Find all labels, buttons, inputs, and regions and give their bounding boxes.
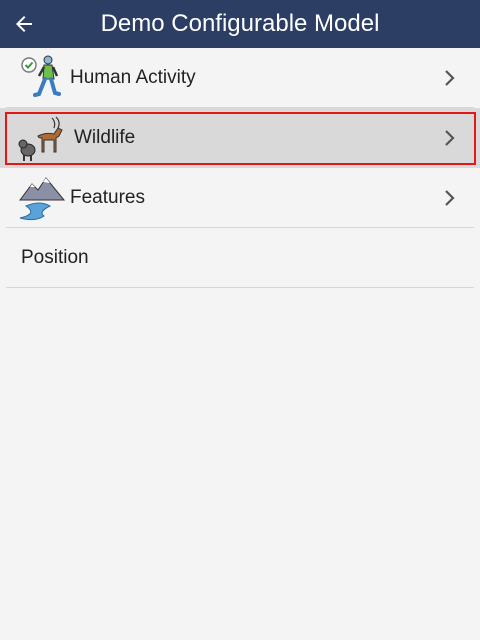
walking-person-icon — [21, 55, 61, 97]
chevron-right-icon — [445, 190, 455, 206]
app-bar: Demo Configurable Model — [0, 0, 480, 48]
list-item-label: Wildlife — [74, 127, 136, 148]
list-item-label: Features — [70, 187, 145, 208]
list-item-label: Human Activity — [70, 67, 196, 88]
page-title: Demo Configurable Model — [100, 10, 380, 37]
list-item-human-activity[interactable]: Human Activity — [0, 48, 480, 108]
list-item-label: Position — [21, 247, 89, 268]
antelope-monkey-icon — [18, 116, 63, 161]
divider — [6, 287, 474, 288]
chevron-right-icon — [445, 130, 455, 146]
list-item-position[interactable]: Position — [0, 228, 480, 288]
chevron-right-icon — [445, 70, 455, 86]
back-button[interactable] — [0, 0, 48, 48]
list-item-features[interactable]: Features — [0, 168, 480, 228]
arrow-left-icon — [16, 16, 32, 32]
category-list: Human Activity Wildlife Features Positio… — [0, 48, 480, 288]
mountain-river-icon — [19, 177, 66, 221]
list-item-wildlife[interactable]: Wildlife — [0, 108, 480, 168]
